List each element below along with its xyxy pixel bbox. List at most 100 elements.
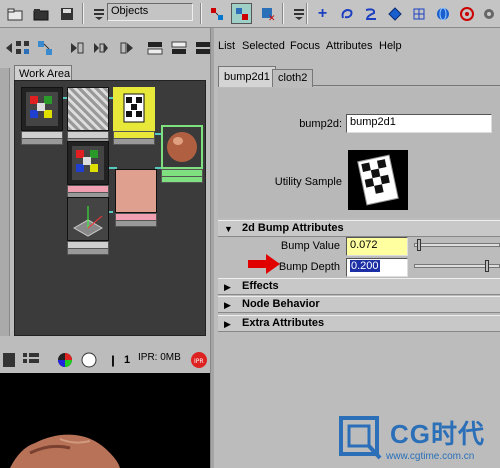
node-tabs: bump2d1 cloth2: [218, 66, 500, 87]
folder-open-icon[interactable]: [4, 3, 25, 24]
input-connections-icon[interactable]: [68, 39, 86, 57]
render-options-icon[interactable]: [22, 351, 40, 369]
layout-top-icon[interactable]: [146, 39, 164, 57]
svg-text:✕: ✕: [268, 14, 276, 22]
texture-node[interactable]: [67, 141, 109, 199]
node-footer: [115, 221, 157, 227]
component-select-icon[interactable]: ✕: [257, 3, 278, 24]
section-title: 2d Bump Attributes: [242, 222, 344, 234]
menu-selected[interactable]: Selected: [242, 40, 285, 52]
menu-help[interactable]: Help: [379, 40, 402, 52]
grid-view-icon[interactable]: [14, 39, 32, 57]
svg-text:IPR: IPR: [194, 358, 204, 365]
snap-point-icon[interactable]: [456, 3, 477, 24]
texture-node[interactable]: [67, 87, 109, 145]
menu-attributes[interactable]: Attributes: [326, 40, 372, 52]
texture-node[interactable]: [21, 87, 63, 145]
snap-icon[interactable]: [206, 3, 227, 24]
objects-selection-field[interactable]: Objects: [107, 3, 193, 21]
toolbar-separator: [282, 3, 284, 24]
output-connections-icon[interactable]: [118, 39, 136, 57]
render-toolbar: ❙ 1 IPR: 0MB IPR: [0, 346, 214, 372]
hypershade-panel: Work Area ❙ 1 IPR: 0MB IPR: [0, 28, 214, 468]
tab-work-area[interactable]: Work Area: [14, 65, 72, 81]
utility-sample-swatch: [348, 150, 408, 210]
lattice-icon[interactable]: [408, 3, 429, 24]
graph-view-icon[interactable]: [36, 39, 54, 57]
gear-icon[interactable]: [478, 3, 499, 24]
render-divider: 1: [123, 354, 131, 366]
color-node[interactable]: [115, 169, 157, 227]
tab-cloth2[interactable]: cloth2: [272, 69, 314, 87]
material-node[interactable]: [161, 125, 203, 183]
bump-value-slider-track[interactable]: [414, 243, 500, 247]
node-type-label: bump2d:: [299, 118, 342, 130]
menu-list[interactable]: List: [218, 40, 235, 52]
render-view[interactable]: [0, 373, 210, 468]
node-label: [67, 241, 109, 249]
tab-bump2d1[interactable]: bump2d1: [218, 66, 276, 87]
menu-set-icon[interactable]: [88, 3, 109, 24]
section-extra-attributes[interactable]: ▶ Extra Attributes: [218, 315, 500, 332]
sphere-icon[interactable]: [384, 3, 405, 24]
maya-window: Objects ✕ + Work Area ❙ 1 IPR: 0MB IPR L…: [0, 0, 500, 468]
curve-icon[interactable]: [360, 3, 381, 24]
place2d-node[interactable]: [67, 197, 109, 255]
attribute-editor-menubar: List Selected Focus Attributes Help: [214, 40, 500, 56]
globe-icon[interactable]: [432, 3, 453, 24]
bump-value-field[interactable]: 0.072: [346, 237, 408, 256]
select-plus-icon[interactable]: +: [312, 3, 333, 24]
texture-swatch: [21, 87, 63, 131]
watermark-brand: CG时代: [390, 419, 486, 449]
alpha-channel-icon[interactable]: [80, 351, 98, 369]
expand-triangle-icon: ▶: [224, 300, 231, 310]
texture-swatch: [67, 87, 109, 131]
watermark-url: www.cgtime.com.cn: [386, 451, 475, 462]
watermark: CG时代 www.cgtime.com.cn: [338, 408, 500, 468]
node-footer: [113, 139, 155, 145]
bump-value-label: Bump Value: [280, 240, 340, 252]
ipr-render-icon[interactable]: [0, 351, 18, 369]
io-connections-icon[interactable]: [92, 39, 110, 57]
expand-triangle-icon: ▶: [224, 282, 231, 292]
node-label: [67, 131, 109, 139]
bump-depth-label: Bump Depth: [278, 261, 340, 273]
node-header: bump2d: bump2d1 Utility Sample: [218, 88, 500, 218]
work-area-canvas[interactable]: [14, 80, 206, 336]
left-scrollbar[interactable]: [0, 68, 10, 336]
node-footer: [161, 177, 203, 183]
section-node-behavior[interactable]: ▶ Node Behavior: [218, 296, 500, 313]
cgtime-logo: [339, 416, 382, 460]
bump2d-node[interactable]: [113, 87, 155, 145]
main-toolbar: Objects ✕ +: [0, 0, 500, 28]
texture-swatch: [67, 141, 109, 185]
bump-depth-field[interactable]: 0.200: [346, 258, 408, 277]
bump-depth-selected-text: 0.200: [350, 260, 380, 272]
utility-sample-label: Utility Sample: [274, 176, 342, 188]
node-footer: [67, 249, 109, 255]
section-title: Effects: [242, 280, 279, 292]
material-swatch: [161, 125, 203, 169]
menu-focus[interactable]: Focus: [290, 40, 320, 52]
layout-bottom-icon[interactable]: [170, 39, 188, 57]
color-channels-icon[interactable]: [56, 351, 74, 369]
section-title: Extra Attributes: [242, 317, 325, 329]
lasso-icon[interactable]: [336, 3, 357, 24]
node-label: [161, 169, 203, 177]
bump-value-slider-thumb[interactable]: [417, 239, 422, 251]
section-effects[interactable]: ▶ Effects: [218, 278, 500, 295]
node-footer: [21, 139, 63, 145]
node-label: [67, 185, 109, 193]
bump-depth-slider-thumb[interactable]: [485, 260, 490, 272]
color-swatch: [115, 169, 157, 213]
section-2d-bump-attributes[interactable]: ▼ 2d Bump Attributes: [218, 220, 500, 237]
save-icon[interactable]: [56, 3, 77, 24]
node-label: [21, 131, 63, 139]
bump-swatch: [113, 87, 155, 131]
hierarchy-select-icon[interactable]: [231, 3, 252, 24]
folder-icon[interactable]: [30, 3, 51, 24]
node-name-field[interactable]: bump2d1: [346, 114, 492, 133]
node-label: [115, 213, 157, 221]
ipr-stop-icon[interactable]: IPR: [190, 351, 208, 369]
section-title: Node Behavior: [242, 298, 320, 310]
